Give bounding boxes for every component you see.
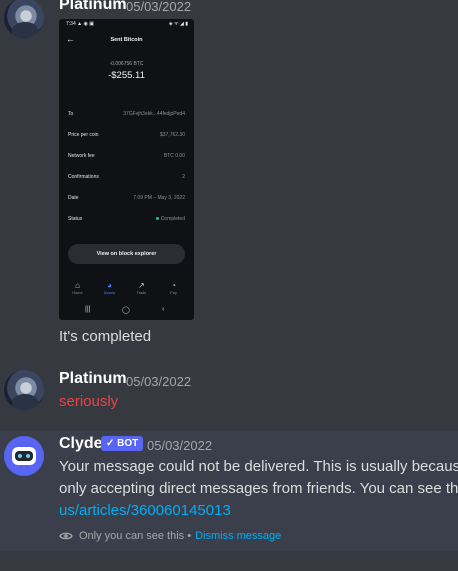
detail-row-fee: Network fee BTC 0.00 <box>68 153 185 163</box>
detail-value: Completed <box>155 216 185 222</box>
message-text-line: Your message could not be delivered. Thi… <box>59 458 458 475</box>
message-timestamp[interactable]: 05/03/2022 <box>147 438 212 453</box>
pie-chart-icon: ◕ <box>107 281 112 290</box>
home-button-icon: ◯ <box>122 307 130 314</box>
recent-apps-icon: ||| <box>85 306 91 313</box>
amount-btc: -0.006756 BTC <box>109 61 144 67</box>
detail-row-to: To 37GFvjh3ekk...44fedjpPed4 <box>68 111 185 121</box>
ephemeral-footer: Only you can see this • Dismiss message <box>59 530 281 542</box>
ephemeral-note: Only you can see this • <box>79 530 192 542</box>
eye-icon <box>59 532 73 540</box>
message-text-line: only accepting direct messages from frie… <box>59 480 458 497</box>
home-icon: ⌂ <box>75 281 80 290</box>
detail-row-date: Date 7:09 PM – May 3, 2022 <box>68 195 185 205</box>
detail-row-confirmations: Confirmations 2 <box>68 174 185 184</box>
phone-status-icons: ◈ ᯤ ◢ ▮ <box>168 21 188 27</box>
message-timestamp[interactable]: 05/03/2022 <box>126 374 191 389</box>
image-attachment[interactable]: 7:34 ▲ ◉ ▣ ◈ ᯤ ◢ ▮ ← Sent Bitcoin -0.006… <box>59 19 194 320</box>
detail-label: Network fee <box>68 153 95 159</box>
phone-bottom-nav: ⌂ Home ◕ Assets ↗ Trade ◔ Pay <box>59 281 194 303</box>
nav-label: Pay <box>170 291 177 295</box>
detail-label: To <box>68 111 74 117</box>
detail-label: Confirmations <box>68 174 99 180</box>
status-value: Completed <box>160 216 185 222</box>
detail-label: Price per coin <box>68 132 99 138</box>
back-button-icon: ‹ <box>162 306 165 313</box>
nav-label: Assets <box>103 291 116 295</box>
detail-value: BTC 0.00 <box>163 153 185 159</box>
detail-value: 2 <box>182 174 185 180</box>
amount-usd: -$255.11 <box>108 70 145 81</box>
support-article-link[interactable]: us/articles/360060145013 <box>59 500 231 522</box>
avatar[interactable] <box>4 0 44 38</box>
nav-label: Trade <box>136 291 147 295</box>
detail-row-price: Price per coin $37,762.30 <box>68 132 185 142</box>
detail-row-status: Status Completed <box>68 216 185 226</box>
status-dot-icon <box>155 217 159 221</box>
detail-value: $37,762.30 <box>159 132 185 138</box>
bot-tag: ✓ BOT <box>101 436 144 451</box>
detail-value: 37GFvjh3ekk...44fedjpPed4 <box>123 111 185 117</box>
detail-value: 7:09 PM – May 3, 2022 <box>133 195 185 201</box>
clyde-robot-icon <box>12 447 36 465</box>
message-text: It's completed <box>59 328 152 345</box>
author-name[interactable]: Platinum <box>59 370 127 388</box>
phone-screen-title: Sent Bitcoin <box>110 37 143 43</box>
message-timestamp[interactable]: 05/03/2022 <box>126 0 191 14</box>
dismiss-message-link[interactable]: Dismiss message <box>195 530 281 542</box>
author-name[interactable]: Platinum <box>59 0 127 14</box>
pay-icon: ◔ <box>171 281 176 290</box>
nav-item-assets: ◕ Assets <box>96 281 123 295</box>
nav-item-pay: ◔ Pay <box>160 281 187 295</box>
detail-label: Status <box>68 216 83 222</box>
phone-status-time: 7:34 ▲ ◉ ▣ <box>66 21 94 27</box>
block-explorer-button: View on block explorer <box>68 244 185 264</box>
phone-system-nav: ||| ◯ ‹ <box>59 306 194 318</box>
message-text: seriously <box>59 393 119 410</box>
author-name[interactable]: Clyde <box>59 435 103 453</box>
detail-label: Date <box>68 195 79 201</box>
nav-label: Home <box>72 291 83 295</box>
nav-item-trade: ↗ Trade <box>128 281 155 295</box>
avatar[interactable] <box>4 436 44 476</box>
avatar[interactable] <box>4 370 44 410</box>
nav-item-home: ⌂ Home <box>64 281 91 295</box>
trend-icon: ↗ <box>138 281 145 290</box>
